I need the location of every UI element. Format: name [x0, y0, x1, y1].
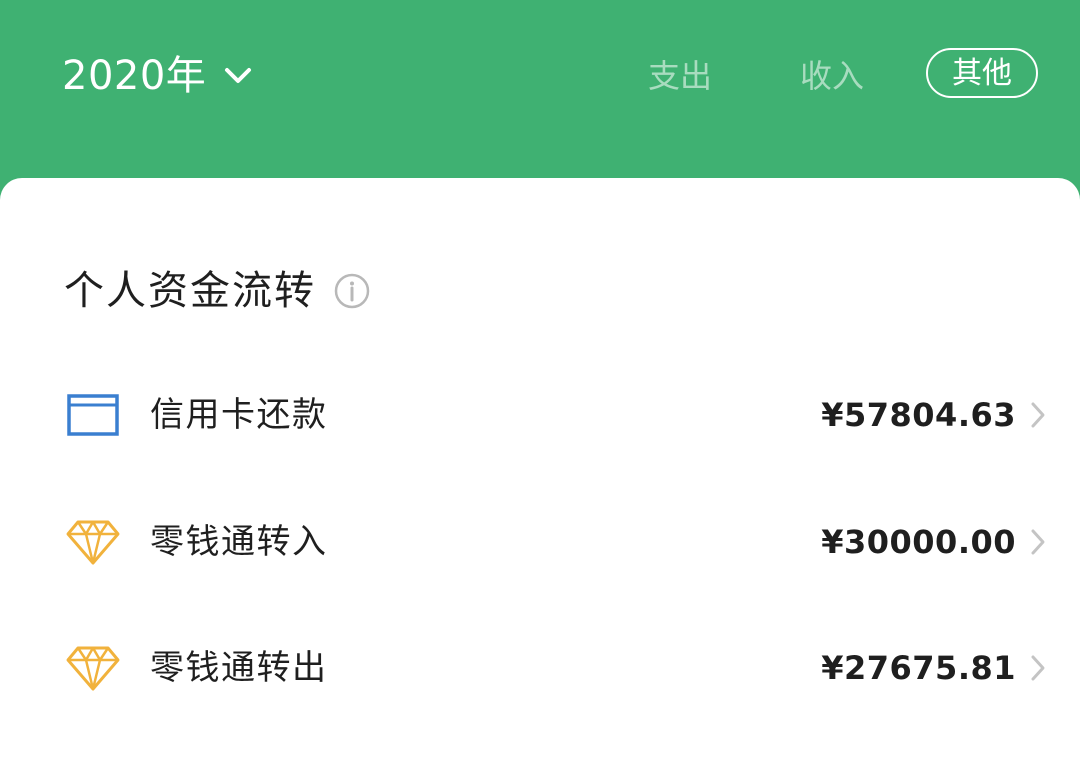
- section-title: 个人资金流转: [64, 268, 316, 314]
- section-header: 个人资金流转: [64, 264, 370, 318]
- row-label: 零钱通转入: [150, 522, 328, 562]
- list-item-change-transfer-out[interactable]: 零钱通转出 ¥27675.81: [0, 628, 1080, 708]
- tab-income[interactable]: 收入: [800, 48, 864, 104]
- header-bar: 2020年 支出 收入 其他: [0, 0, 1080, 180]
- credit-card-icon: [66, 391, 120, 439]
- chevron-right-icon: [1030, 528, 1046, 556]
- row-amount: ¥27675.81: [821, 649, 1016, 687]
- year-label: 2020年: [62, 53, 207, 99]
- diamond-icon: [66, 518, 120, 566]
- summary-card: 个人资金流转 信用卡还款 ¥57804.63 零钱通转入 ¥30000.00 零…: [0, 178, 1080, 778]
- row-amount: ¥57804.63: [821, 396, 1016, 434]
- row-amount: ¥30000.00: [821, 523, 1016, 561]
- chevron-down-icon: [224, 66, 252, 86]
- row-label: 信用卡还款: [150, 395, 328, 435]
- tab-other[interactable]: 其他: [926, 48, 1038, 98]
- tab-expense[interactable]: 支出: [648, 48, 712, 104]
- year-selector[interactable]: 2020年: [62, 48, 252, 104]
- info-circle-icon[interactable]: [334, 273, 370, 309]
- list-item-change-transfer-in[interactable]: 零钱通转入 ¥30000.00: [0, 502, 1080, 582]
- row-label: 零钱通转出: [150, 648, 328, 688]
- chevron-right-icon: [1030, 401, 1046, 429]
- diamond-icon: [66, 644, 120, 692]
- list-item-credit-card-repayment[interactable]: 信用卡还款 ¥57804.63: [0, 375, 1080, 455]
- chevron-right-icon: [1030, 654, 1046, 682]
